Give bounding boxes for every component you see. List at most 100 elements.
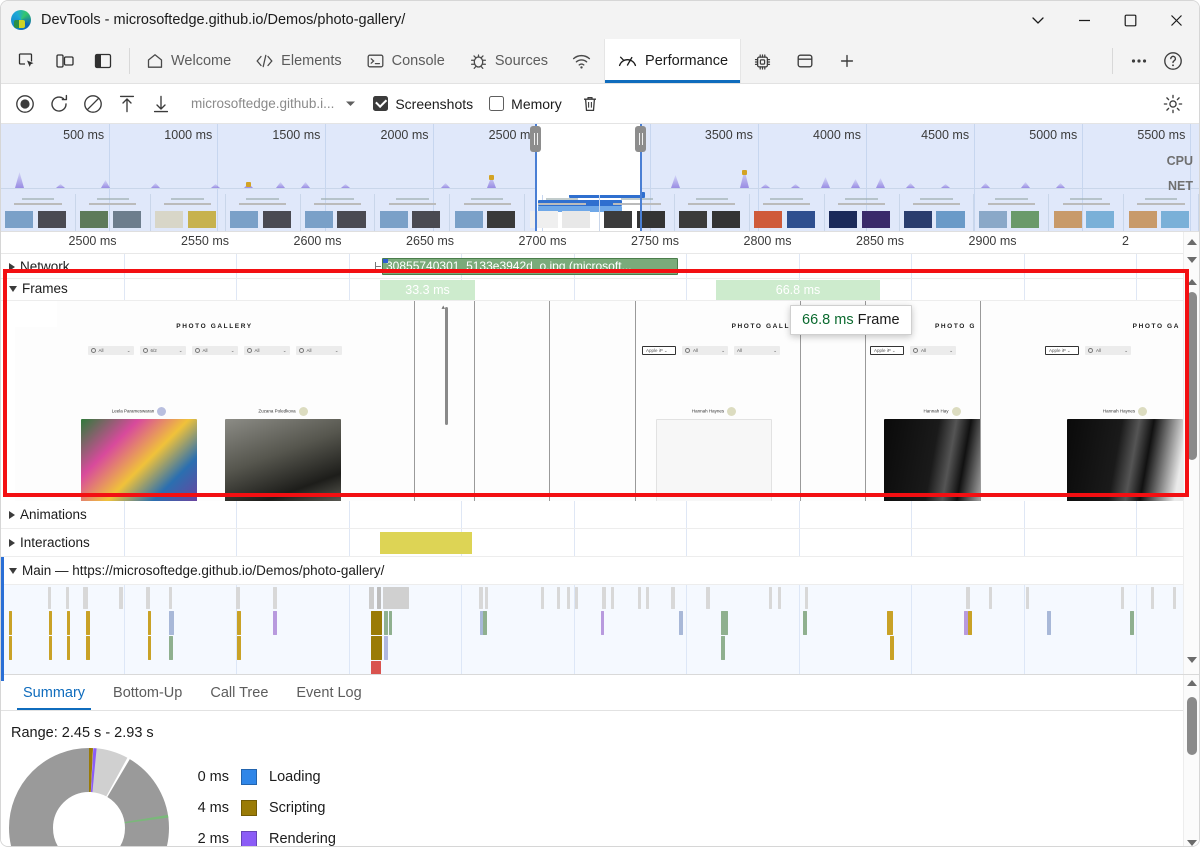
- tab-event-log[interactable]: Event Log: [282, 675, 375, 710]
- timeline-overview[interactable]: 500 ms1000 ms1500 ms2000 ms2500 ms3000 m…: [1, 124, 1199, 232]
- add-panel-button[interactable]: [826, 39, 868, 83]
- main-track-header[interactable]: Main — https://microsoftedge.github.io/D…: [1, 563, 384, 578]
- frames-scroll-up-arrow[interactable]: [1184, 274, 1200, 290]
- tab-welcome[interactable]: Welcome: [134, 39, 243, 83]
- flame-event-bar[interactable]: [371, 636, 382, 660]
- overview-filmstrip-thumb[interactable]: [1, 194, 76, 231]
- flame-event-bar[interactable]: [9, 636, 12, 660]
- interactions-track[interactable]: Interactions: [1, 529, 1199, 557]
- flame-event-bar[interactable]: [119, 587, 123, 609]
- flame-event-bar[interactable]: [236, 587, 240, 609]
- flame-event-bar[interactable]: [369, 587, 374, 609]
- frame-screenshot[interactable]: [550, 301, 636, 501]
- overview-filmstrip-thumb[interactable]: [226, 194, 301, 231]
- flame-event-bar[interactable]: [384, 611, 388, 635]
- capture-settings-button[interactable]: [1157, 89, 1189, 119]
- flame-event-bar[interactable]: [67, 611, 70, 635]
- flame-event-bar[interactable]: [479, 587, 483, 609]
- tab-call-tree[interactable]: Call Tree: [196, 675, 282, 710]
- overview-filmstrip-thumb[interactable]: [750, 194, 825, 231]
- scroll-down-arrow[interactable]: [1184, 835, 1200, 847]
- overview-filmstrip-thumb[interactable]: [151, 194, 226, 231]
- flame-event-bar[interactable]: [86, 611, 90, 635]
- flame-event-bar[interactable]: [9, 611, 12, 635]
- overview-filmstrip-thumb[interactable]: [675, 194, 750, 231]
- tab-sources[interactable]: Sources: [457, 39, 560, 83]
- tab-console[interactable]: Console: [354, 39, 457, 83]
- frame-screenshot[interactable]: PHOTO GALLERY All⌄6/2⌄All⌄All⌄All⌄ Leela…: [15, 301, 415, 501]
- close-button[interactable]: [1153, 1, 1199, 39]
- flame-event-bar[interactable]: [724, 611, 728, 635]
- tab-summary[interactable]: Summary: [9, 675, 99, 710]
- interaction-event-bar[interactable]: [380, 532, 472, 554]
- flame-event-bar[interactable]: [679, 611, 683, 635]
- overview-filmstrip-thumb[interactable]: [600, 194, 675, 231]
- flame-event-bar[interactable]: [384, 636, 388, 660]
- overview-filmstrip-thumb[interactable]: [375, 194, 450, 231]
- frames-filmstrip[interactable]: PHOTO GALLERY All⌄6/2⌄All⌄All⌄All⌄ Leela…: [1, 301, 1199, 501]
- overview-filmstrip-thumb[interactable]: [825, 194, 900, 231]
- network-track[interactable]: Network 30855740301_5133e3942d_o.jpg (mi…: [1, 254, 1199, 279]
- flame-event-bar[interactable]: [778, 587, 781, 609]
- device-emulation-button[interactable]: [49, 45, 81, 77]
- summary-scrollbar[interactable]: [1183, 675, 1199, 847]
- flame-event-bar[interactable]: [169, 636, 173, 660]
- flame-event-bar[interactable]: [890, 636, 894, 660]
- overview-filmstrip-thumb[interactable]: [1049, 194, 1124, 231]
- flame-event-bar[interactable]: [1173, 587, 1176, 609]
- flame-event-bar[interactable]: [146, 587, 150, 609]
- flame-event-bar[interactable]: [48, 587, 51, 609]
- reload-and-record-button[interactable]: [43, 89, 75, 119]
- maximize-button[interactable]: [1107, 1, 1153, 39]
- flame-event-bar[interactable]: [1047, 611, 1051, 635]
- overview-filmstrip-thumb[interactable]: [900, 194, 975, 231]
- overview-filmstrip-thumb[interactable]: [974, 194, 1049, 231]
- flame-event-bar[interactable]: [169, 587, 172, 609]
- frame-screenshot[interactable]: PHOTO GALLERY Apple iP ⌄ All⌄ All⌄ Hanna…: [636, 301, 801, 501]
- record-button[interactable]: [9, 89, 41, 119]
- flame-event-bar[interactable]: [611, 587, 614, 609]
- flame-event-bar[interactable]: [49, 636, 52, 660]
- flame-event-bar[interactable]: [602, 587, 606, 609]
- overview-filmstrip-thumb[interactable]: [301, 194, 376, 231]
- flame-event-bar[interactable]: [148, 636, 151, 660]
- frames-scroll-thumb[interactable]: [1187, 292, 1197, 460]
- flame-event-bar[interactable]: [567, 587, 570, 609]
- flame-event-bar[interactable]: [557, 587, 560, 609]
- timeline-scrollbar[interactable]: [1183, 232, 1199, 674]
- flame-event-bar[interactable]: [1121, 587, 1124, 609]
- frames-track[interactable]: Frames 33.3 ms 66.8 ms PHOTO GALLERY All…: [1, 279, 1199, 501]
- flame-event-bar[interactable]: [377, 587, 381, 609]
- minimize-button[interactable]: [1061, 1, 1107, 39]
- overview-filmstrip-thumb[interactable]: [76, 194, 151, 231]
- tab-performance[interactable]: Performance: [604, 39, 741, 83]
- flame-event-bar[interactable]: [273, 611, 277, 635]
- animations-track[interactable]: Animations: [1, 501, 1199, 529]
- detail-scroll-up-arrow[interactable]: [1184, 234, 1200, 250]
- interactions-track-header[interactable]: Interactions: [1, 535, 90, 550]
- chevron-down-icon[interactable]: [344, 97, 357, 110]
- flame-event-bar[interactable]: [968, 611, 972, 635]
- flame-event-bar[interactable]: [706, 587, 710, 609]
- animations-track-header[interactable]: Animations: [1, 507, 87, 522]
- flame-event-bar[interactable]: [890, 611, 893, 635]
- network-request-bar[interactable]: 30855740301_5133e3942d_o.jpg (microsoft.…: [382, 258, 678, 275]
- flame-event-bar[interactable]: [86, 636, 90, 660]
- tab-bottom-up[interactable]: Bottom-Up: [99, 675, 196, 710]
- flame-event-bar[interactable]: [1151, 587, 1154, 609]
- flame-event-bar[interactable]: [389, 611, 392, 635]
- flame-event-bar[interactable]: [575, 587, 578, 609]
- detail-scroll-down-arrow[interactable]: [1184, 652, 1200, 668]
- tab-network[interactable]: [560, 39, 604, 83]
- flame-event-bar[interactable]: [1026, 587, 1029, 609]
- frame-screenshot[interactable]: ▴ ▾: [415, 301, 475, 501]
- overview-selected-window[interactable]: [536, 124, 641, 195]
- overview-filmstrip-thumb[interactable]: [1124, 194, 1199, 231]
- selection-handle-left[interactable]: [530, 126, 541, 152]
- flame-event-bar[interactable]: [989, 587, 992, 609]
- load-profile-button[interactable]: [111, 89, 143, 119]
- overview-filmstrip[interactable]: [1, 194, 1199, 231]
- flame-event-bar[interactable]: [1130, 611, 1134, 635]
- flame-event-bar[interactable]: [671, 587, 675, 609]
- more-window-options-button[interactable]: [1015, 1, 1061, 39]
